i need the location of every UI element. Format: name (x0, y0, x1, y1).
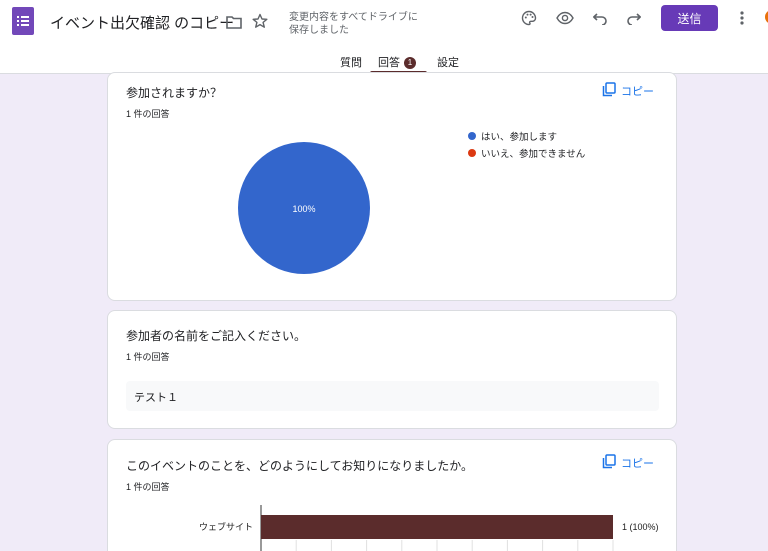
tab-questions[interactable]: 質問 (340, 54, 362, 70)
tab-bar: 質問 回答 1 設定 (0, 52, 768, 74)
top-bar: イベント出欠確認 のコピー 変更内容をすべてドライブに保存しました 送信 質問 … (0, 0, 768, 74)
copy-button[interactable]: コピー (602, 82, 654, 100)
question-card: このイベントのことを、どのようにしてお知りになりましたか。 1 件の回答 コピー… (107, 439, 677, 551)
star-icon[interactable] (249, 10, 271, 32)
question-title: このイベントのことを、どのようにしてお知りになりましたか。 (126, 459, 474, 473)
pie-chart: 100% (238, 142, 370, 274)
response-count: 1 件の回答 (126, 482, 170, 492)
forms-icon-line (21, 16, 29, 18)
forms-icon-dot (17, 20, 19, 22)
data-label: 1 (100%) (622, 522, 659, 532)
legend-swatch (468, 132, 476, 140)
question-title: 参加者の名前をご記入ください。 (126, 329, 307, 343)
copy-label: コピー (621, 458, 654, 470)
forms-icon-line (21, 24, 29, 26)
legend-label: いいえ、参加できません (481, 149, 586, 160)
bar-chart: ウェブサイト 1 (100%) (199, 505, 659, 551)
save-status: 変更内容をすべてドライブに保存しました (289, 12, 418, 36)
copy-icon (602, 454, 616, 472)
palette-icon[interactable] (518, 7, 540, 29)
question-title: 参加されますか？ (126, 86, 223, 100)
legend-item: いいえ、参加できません (468, 146, 585, 160)
bar (261, 515, 613, 539)
folder-icon[interactable] (223, 11, 245, 33)
chart-legend: はい、参加します いいえ、参加できません (468, 129, 585, 163)
redo-icon[interactable] (623, 7, 645, 29)
response-count: 1 件の回答 (126, 109, 170, 119)
legend-item: はい、参加します (468, 129, 585, 143)
legend-label: はい、参加します (481, 132, 558, 143)
legend-swatch (468, 149, 476, 157)
copy-button[interactable]: コピー (602, 454, 654, 472)
copy-icon (602, 82, 616, 100)
forms-icon-dot (17, 24, 19, 26)
undo-icon[interactable] (589, 7, 611, 29)
category-label: ウェブサイト (199, 521, 253, 532)
document-title[interactable]: イベント出欠確認 のコピー (50, 12, 234, 33)
more-icon[interactable] (731, 7, 753, 29)
copy-label: コピー (621, 86, 654, 98)
forms-icon[interactable] (12, 7, 34, 35)
tab-settings[interactable]: 設定 (437, 54, 459, 70)
question-card: 参加者の名前をご記入ください。 1 件の回答 テスト１ (107, 310, 677, 429)
send-button[interactable]: 送信 (661, 5, 718, 31)
response-count: 1 件の回答 (126, 352, 170, 362)
forms-icon-line (21, 20, 29, 22)
forms-icon-dot (17, 16, 19, 18)
response-count-badge: 1 (404, 57, 416, 69)
tab-responses-label: 回答 (378, 57, 400, 69)
tab-responses[interactable]: 回答 1 (378, 54, 416, 70)
preview-icon[interactable] (554, 7, 576, 29)
question-card: 参加されますか？ 1 件の回答 コピー 100% はい、参加します いいえ、参加… (107, 72, 677, 301)
pie-slice-label: 100% (292, 204, 315, 214)
answer-item: テスト１ (126, 381, 659, 411)
